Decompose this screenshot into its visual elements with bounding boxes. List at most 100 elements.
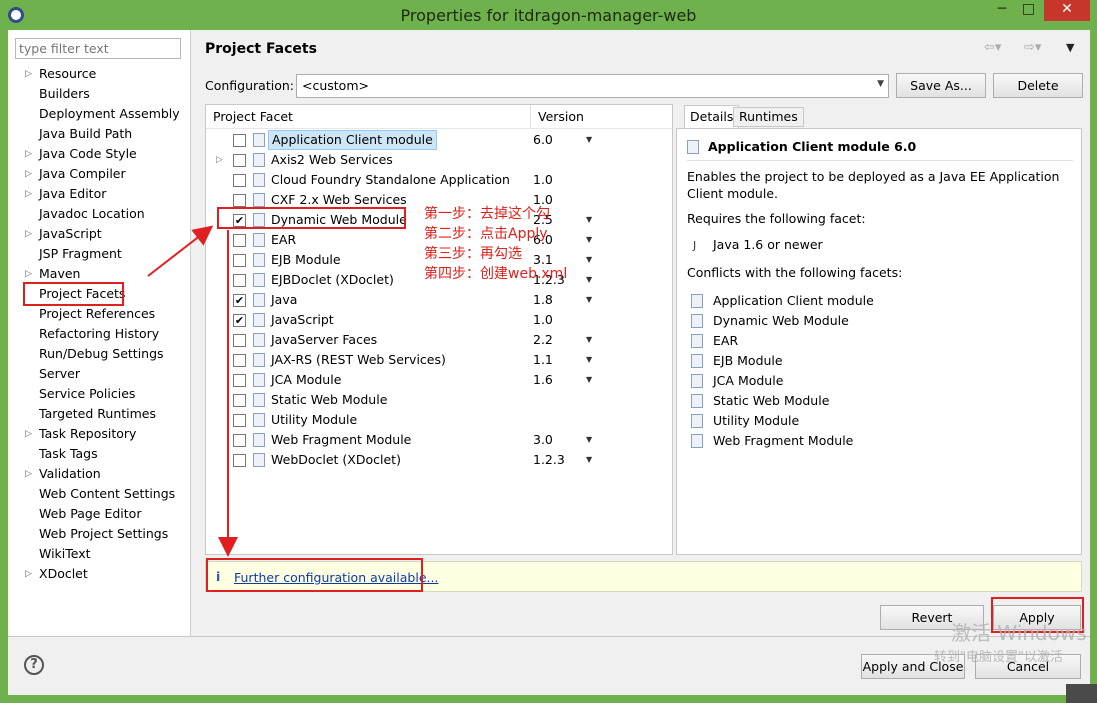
facet-checkbox[interactable]	[233, 394, 246, 407]
table-row[interactable]: ✔ JavaScript 1.0	[206, 310, 672, 330]
sidebar-item-label: Resource	[39, 66, 97, 81]
facet-checkbox[interactable]	[233, 274, 246, 287]
tab-details[interactable]: Details	[684, 105, 740, 129]
configuration-select[interactable]: <custom> ▼	[296, 74, 889, 98]
facet-checkbox[interactable]	[233, 154, 246, 167]
sidebar-item-refactoring-history[interactable]: Refactoring History	[8, 324, 191, 344]
expand-arrow-icon[interactable]: ▷	[25, 184, 32, 204]
table-row[interactable]: JavaServer Faces 2.2 ▼	[206, 330, 672, 350]
facet-checkbox[interactable]	[233, 254, 246, 267]
close-button[interactable]: ✕	[1044, 0, 1090, 21]
expand-arrow-icon[interactable]: ▷	[25, 464, 32, 484]
expand-arrow-icon[interactable]: ▷	[25, 224, 32, 244]
version-dropdown-icon[interactable]: ▼	[586, 230, 592, 250]
facet-checkbox[interactable]	[233, 234, 246, 247]
version-dropdown-icon[interactable]: ▼	[586, 450, 592, 470]
table-row[interactable]: Static Web Module	[206, 390, 672, 410]
forward-arrow-icon[interactable]: ⇨▾	[1024, 40, 1041, 55]
sidebar-item-validation[interactable]: ▷ Validation	[8, 464, 191, 484]
table-row[interactable]: ▷ Axis2 Web Services	[206, 150, 672, 170]
sidebar-item-xdoclet[interactable]: ▷ XDoclet	[8, 564, 191, 584]
sidebar-item-javascript[interactable]: ▷ JavaScript	[8, 224, 191, 244]
version-dropdown-icon[interactable]: ▼	[586, 330, 592, 350]
sidebar-item-run-debug-settings[interactable]: Run/Debug Settings	[8, 344, 191, 364]
facet-checkbox[interactable]	[233, 454, 246, 467]
sidebar-item-label: Builders	[39, 86, 90, 101]
sidebar-item-project-references[interactable]: Project References	[8, 304, 191, 324]
sidebar-item-wikitext[interactable]: WikiText	[8, 544, 191, 564]
table-row[interactable]: JAX-RS (REST Web Services) 1.1 ▼	[206, 350, 672, 370]
table-row[interactable]: Utility Module	[206, 410, 672, 430]
facet-name: JCA Module	[271, 372, 342, 387]
facet-checkbox[interactable]	[233, 134, 246, 147]
sidebar-item-java-compiler[interactable]: ▷ Java Compiler	[8, 164, 191, 184]
facet-checkbox[interactable]	[233, 414, 246, 427]
column-header-version[interactable]: Version	[531, 105, 672, 129]
facet-checkbox[interactable]: ✔	[233, 294, 246, 307]
further-config-bar: i Further configuration available...	[205, 561, 1082, 592]
sidebar-item-java-build-path[interactable]: Java Build Path	[8, 124, 191, 144]
sidebar-item-task-repository[interactable]: ▷ Task Repository	[8, 424, 191, 444]
tab-runtimes[interactable]: Runtimes	[733, 107, 804, 127]
sidebar-item-project-facets[interactable]: Project Facets	[8, 284, 191, 304]
save-as-button[interactable]: Save As...	[896, 73, 986, 98]
facet-checkbox[interactable]	[233, 174, 246, 187]
delete-button[interactable]: Delete	[993, 73, 1083, 98]
sidebar-item-targeted-runtimes[interactable]: Targeted Runtimes	[8, 404, 191, 424]
sidebar-item-javadoc-location[interactable]: Javadoc Location	[8, 204, 191, 224]
view-menu-icon[interactable]: ▼	[1066, 41, 1074, 54]
version-dropdown-icon[interactable]: ▼	[586, 130, 592, 150]
filter-input[interactable]	[15, 38, 181, 59]
table-row[interactable]: JCA Module 1.6 ▼	[206, 370, 672, 390]
version-dropdown-icon[interactable]: ▼	[586, 370, 592, 390]
expand-arrow-icon[interactable]: ▷	[216, 150, 223, 170]
version-dropdown-icon[interactable]: ▼	[586, 270, 592, 290]
column-header-facet[interactable]: Project Facet	[206, 105, 531, 129]
facet-checkbox[interactable]: ✔	[233, 314, 246, 327]
expand-arrow-icon[interactable]: ▷	[25, 564, 32, 584]
corner-thumbnail	[1066, 684, 1097, 703]
sidebar-item-task-tags[interactable]: Task Tags	[8, 444, 191, 464]
facet-checkbox[interactable]	[233, 374, 246, 387]
sidebar-item-web-project-settings[interactable]: Web Project Settings	[8, 524, 191, 544]
help-icon[interactable]: ?	[24, 655, 44, 675]
table-row[interactable]: ✔ Java 1.8 ▼	[206, 290, 672, 310]
table-row[interactable]: Cloud Foundry Standalone Application 1.0	[206, 170, 672, 190]
version-dropdown-icon[interactable]: ▼	[586, 250, 592, 270]
facet-version: 1.6	[533, 372, 553, 387]
table-row[interactable]: Web Fragment Module 3.0 ▼	[206, 430, 672, 450]
version-dropdown-icon[interactable]: ▼	[586, 350, 592, 370]
details-description: Enables the project to be deployed as a …	[687, 169, 1060, 201]
sidebar-item-java-code-style[interactable]: ▷ Java Code Style	[8, 144, 191, 164]
table-row[interactable]: WebDoclet (XDoclet) 1.2.3 ▼	[206, 450, 672, 470]
expand-arrow-icon[interactable]: ▷	[25, 64, 32, 84]
sidebar-item-web-page-editor[interactable]: Web Page Editor	[8, 504, 191, 524]
maximize-button[interactable]: □	[1015, 0, 1042, 21]
minimize-button[interactable]: ─	[989, 0, 1015, 21]
facet-checkbox[interactable]: ✔	[233, 214, 246, 227]
further-config-link[interactable]: Further configuration available...	[234, 570, 438, 585]
sidebar-item-builders[interactable]: Builders	[8, 84, 191, 104]
sidebar-item-deployment-assembly[interactable]: Deployment Assembly	[8, 104, 191, 124]
facet-checkbox[interactable]	[233, 354, 246, 367]
sidebar-item-maven[interactable]: ▷ Maven	[8, 264, 191, 284]
expand-arrow-icon[interactable]: ▷	[25, 144, 32, 164]
version-dropdown-icon[interactable]: ▼	[586, 290, 592, 310]
sidebar-item-service-policies[interactable]: Service Policies	[8, 384, 191, 404]
sidebar-item-jsp-fragment[interactable]: JSP Fragment	[8, 244, 191, 264]
sidebar-item-java-editor[interactable]: ▷ Java Editor	[8, 184, 191, 204]
facet-checkbox[interactable]	[233, 434, 246, 447]
table-row[interactable]: Application Client module 6.0 ▼	[206, 130, 672, 150]
version-dropdown-icon[interactable]: ▼	[586, 430, 592, 450]
expand-arrow-icon[interactable]: ▷	[25, 264, 32, 284]
sidebar-item-resource[interactable]: ▷ Resource	[8, 64, 191, 84]
expand-arrow-icon[interactable]: ▷	[25, 164, 32, 184]
version-dropdown-icon[interactable]: ▼	[586, 210, 592, 230]
back-arrow-icon[interactable]: ⇦▾	[984, 40, 1001, 55]
sidebar-item-server[interactable]: Server	[8, 364, 191, 384]
step-4-note: 第四步：创建web.xml	[424, 266, 568, 282]
sidebar-item-web-content-settings[interactable]: Web Content Settings	[8, 484, 191, 504]
facet-checkbox[interactable]	[233, 194, 246, 207]
expand-arrow-icon[interactable]: ▷	[25, 424, 32, 444]
facet-checkbox[interactable]	[233, 334, 246, 347]
